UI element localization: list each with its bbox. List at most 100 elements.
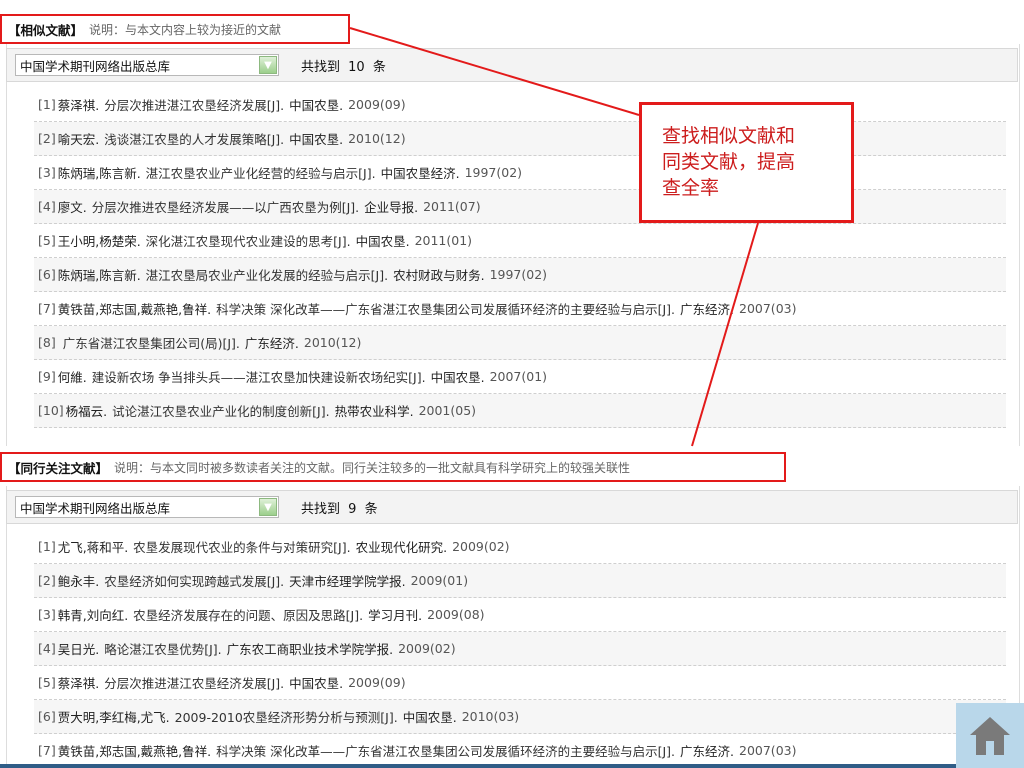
item-source[interactable]: 广东经济.	[680, 741, 734, 760]
list-item[interactable]: [6] 贾大明,李红梅,尤飞. 2009-2010农垦经济形势分析与预测[J]. 中国…	[34, 700, 1006, 734]
item-title[interactable]: 2009-2010农垦经济形势分析与预测[J].	[175, 707, 398, 726]
item-author: 陈炳瑞,陈言新.	[57, 268, 141, 283]
list-item[interactable]: [7] 黄铁苗,郑志国,戴燕艳,鲁祥. 科学决策 深化改革——广东省湛江农垦集团公司…	[34, 734, 1006, 768]
similar-count: 共找到 10 条	[301, 56, 386, 75]
list-item[interactable]: [8] 广东省湛江农垦集团公司(局)[J]. 广东经济. 2010(12)	[34, 326, 1006, 360]
item-index: [6]	[38, 267, 56, 282]
item-index: [5]	[38, 675, 56, 690]
list-item[interactable]: [1] 蔡泽祺. 分层次推进湛江农垦经济发展[J]. 中国农垦. 2009(09)	[34, 88, 1006, 122]
similar-section-header: 【相似文献】 说明：与本文内容上较为接近的文献	[0, 14, 350, 44]
callout-line-1: 查找相似文献和	[662, 125, 796, 147]
item-title[interactable]: 农垦发展现代农业的条件与对策研究[J].	[133, 537, 350, 556]
item-source[interactable]: 热带农业科学.	[335, 401, 414, 420]
bottom-band	[0, 764, 956, 768]
list-item[interactable]: [4] 吴日光. 略论湛江农垦优势[J]. 广东农工商职业技术学院学报. 2009(02…	[34, 632, 1006, 666]
item-index: [3]	[38, 165, 56, 180]
item-title[interactable]: 浅谈湛江农垦的人才发展策略[J].	[104, 129, 284, 148]
item-author: 蔡泽祺.	[57, 98, 100, 113]
item-source[interactable]: 中国农垦经济.	[381, 163, 460, 182]
item-title[interactable]: 农垦经济如何实现跨越式发展[J].	[104, 571, 284, 590]
item-date: 2009(01)	[410, 573, 469, 588]
item-date: 2009(02)	[398, 641, 456, 656]
item-title[interactable]: 湛江农垦农业产业化经营的经验与启示[J].	[146, 163, 376, 182]
list-item[interactable]: [1] 尤飞,蒋和平. 农垦发展现代农业的条件与对策研究[J]. 农业现代化研究. 20…	[34, 530, 1006, 564]
peer-section-title: 【同行关注文献】	[8, 460, 109, 476]
item-title[interactable]: 农垦经济发展存在的问题、原因及思路[J].	[133, 605, 363, 624]
item-date: 2009(09)	[348, 675, 406, 690]
item-author: 喻天宏.	[57, 132, 100, 147]
item-date: 2007(03)	[739, 743, 797, 758]
item-index: [8]	[38, 335, 56, 350]
item-date: 2011(01)	[414, 233, 473, 248]
peer-db-select[interactable]: 中国学术期刊网络出版总库 ▼	[15, 496, 279, 518]
item-author: 黄铁苗,郑志国,戴燕艳,鲁祥.	[57, 744, 212, 759]
list-item[interactable]: [2] 喻天宏. 浅谈湛江农垦的人才发展策略[J]. 中国农垦. 2010(12)	[34, 122, 1006, 156]
item-index: [9]	[38, 369, 56, 384]
item-source[interactable]: 企业导报.	[364, 197, 418, 216]
item-source[interactable]: 中国农垦.	[431, 367, 485, 386]
item-title[interactable]: 分层次推进农垦经济发展——以广西农垦为例[J].	[92, 197, 359, 216]
item-date: 2010(12)	[348, 131, 406, 146]
item-title[interactable]: 广东省湛江农垦集团公司(局)[J].	[63, 333, 240, 352]
item-title[interactable]: 分层次推进湛江农垦经济发展[J].	[104, 673, 284, 692]
item-source[interactable]: 中国农垦.	[289, 95, 343, 114]
item-index: [4]	[38, 641, 56, 656]
item-date: 2001(05)	[418, 403, 477, 418]
item-date: 2010(12)	[303, 335, 362, 350]
similar-db-select[interactable]: 中国学术期刊网络出版总库 ▼	[15, 54, 279, 76]
item-source[interactable]: 广东农工商职业技术学院学报.	[227, 639, 393, 658]
item-source[interactable]: 中国农垦.	[356, 231, 410, 250]
item-source[interactable]: 农村财政与财务.	[393, 265, 484, 284]
peer-list: [1] 尤飞,蒋和平. 农垦发展现代农业的条件与对策研究[J]. 农业现代化研究. 20…	[34, 530, 1006, 768]
peer-toolbar: 中国学术期刊网络出版总库 ▼ 共找到 9 条	[6, 490, 1018, 524]
list-item[interactable]: [4] 廖文. 分层次推进农垦经济发展——以广西农垦为例[J]. 企业导报. 2011(…	[34, 190, 1006, 224]
list-item[interactable]: [10] 杨福云. 试论湛江农垦农业产业化的制度创新[J]. 热带农业科学. 2001(…	[34, 394, 1006, 428]
item-author: 贾大明,李红梅,尤飞.	[57, 710, 170, 725]
item-author: 陈炳瑞,陈言新.	[57, 166, 141, 181]
item-source[interactable]: 广东经济.	[680, 299, 734, 318]
item-index: [7]	[38, 743, 56, 758]
item-author: 王小明,杨楚荣.	[57, 234, 141, 249]
list-item[interactable]: [3] 韩青,刘向红. 农垦经济发展存在的问题、原因及思路[J]. 学习月刊. 2009…	[34, 598, 1006, 632]
item-index: [10]	[38, 403, 64, 418]
chevron-down-icon[interactable]: ▼	[259, 56, 277, 74]
item-title[interactable]: 分层次推进湛江农垦经济发展[J].	[104, 95, 284, 114]
item-source[interactable]: 广东经济.	[245, 333, 299, 352]
list-item[interactable]: [9] 何維. 建设新农场 争当排头兵——湛江农垦加快建设新农场纪实[J]. 中国农垦…	[34, 360, 1006, 394]
home-icon	[970, 716, 1010, 755]
item-title[interactable]: 深化湛江农垦现代农业建设的思考[J].	[146, 231, 351, 250]
item-author: 尤飞,蒋和平.	[57, 540, 129, 555]
list-item[interactable]: [3] 陈炳瑞,陈言新. 湛江农垦农业产业化经营的经验与启示[J]. 中国农垦经济. 1…	[34, 156, 1006, 190]
item-title[interactable]: 略论湛江农垦优势[J].	[104, 639, 221, 658]
item-source[interactable]: 中国农垦.	[403, 707, 457, 726]
item-date: 2010(03)	[461, 709, 520, 724]
count-prefix: 共找到	[301, 59, 341, 75]
item-index: [3]	[38, 607, 56, 622]
home-button[interactable]	[956, 703, 1024, 768]
item-title[interactable]: 湛江农垦局农业产业化发展的经验与启示[J].	[146, 265, 388, 284]
item-source[interactable]: 学习月刊.	[368, 605, 422, 624]
list-item[interactable]: [7] 黄铁苗,郑志国,戴燕艳,鲁祥. 科学决策 深化改革——广东省湛江农垦集团公司…	[34, 292, 1006, 326]
callout-line-2: 同类文献，提高	[662, 151, 796, 173]
item-index: [7]	[38, 301, 56, 316]
item-title[interactable]: 科学决策 深化改革——广东省湛江农垦集团公司发展循环经济的主要经验与启示[J].	[216, 741, 675, 760]
item-author: 吴日光.	[57, 642, 100, 657]
item-title[interactable]: 建设新农场 争当排头兵——湛江农垦加快建设新农场纪实[J].	[92, 367, 426, 386]
item-title[interactable]: 试论湛江农垦农业产业化的制度创新[J].	[112, 401, 329, 420]
count-number: 10	[348, 59, 365, 75]
item-source[interactable]: 中国农垦.	[289, 129, 343, 148]
item-date: 1997(02)	[489, 267, 548, 282]
list-item[interactable]: [5] 蔡泽祺. 分层次推进湛江农垦经济发展[J]. 中国农垦. 2009(09)	[34, 666, 1006, 700]
list-item[interactable]: [5] 王小明,杨楚荣. 深化湛江农垦现代农业建设的思考[J]. 中国农垦. 2011(…	[34, 224, 1006, 258]
similar-db-value: 中国学术期刊网络出版总库	[20, 58, 171, 74]
chevron-down-icon[interactable]: ▼	[259, 498, 277, 516]
item-source[interactable]: 中国农垦.	[289, 673, 343, 692]
list-item[interactable]: [6] 陈炳瑞,陈言新. 湛江农垦局农业产业化发展的经验与启示[J]. 农村财政与财务…	[34, 258, 1006, 292]
item-source[interactable]: 农业现代化研究.	[356, 537, 447, 556]
item-source[interactable]: 天津市经理学院学报.	[289, 571, 405, 590]
list-item[interactable]: [2] 鲍永丰. 农垦经济如何实现跨越式发展[J]. 天津市经理学院学报. 2009(0…	[34, 564, 1006, 598]
similar-list: [1] 蔡泽祺. 分层次推进湛江农垦经济发展[J]. 中国农垦. 2009(09) [2]…	[34, 88, 1006, 428]
item-index: [1]	[38, 539, 56, 554]
item-date: 2009(09)	[348, 97, 406, 112]
item-title[interactable]: 科学决策 深化改革——广东省湛江农垦集团公司发展循环经济的主要经验与启示[J].	[216, 299, 675, 318]
